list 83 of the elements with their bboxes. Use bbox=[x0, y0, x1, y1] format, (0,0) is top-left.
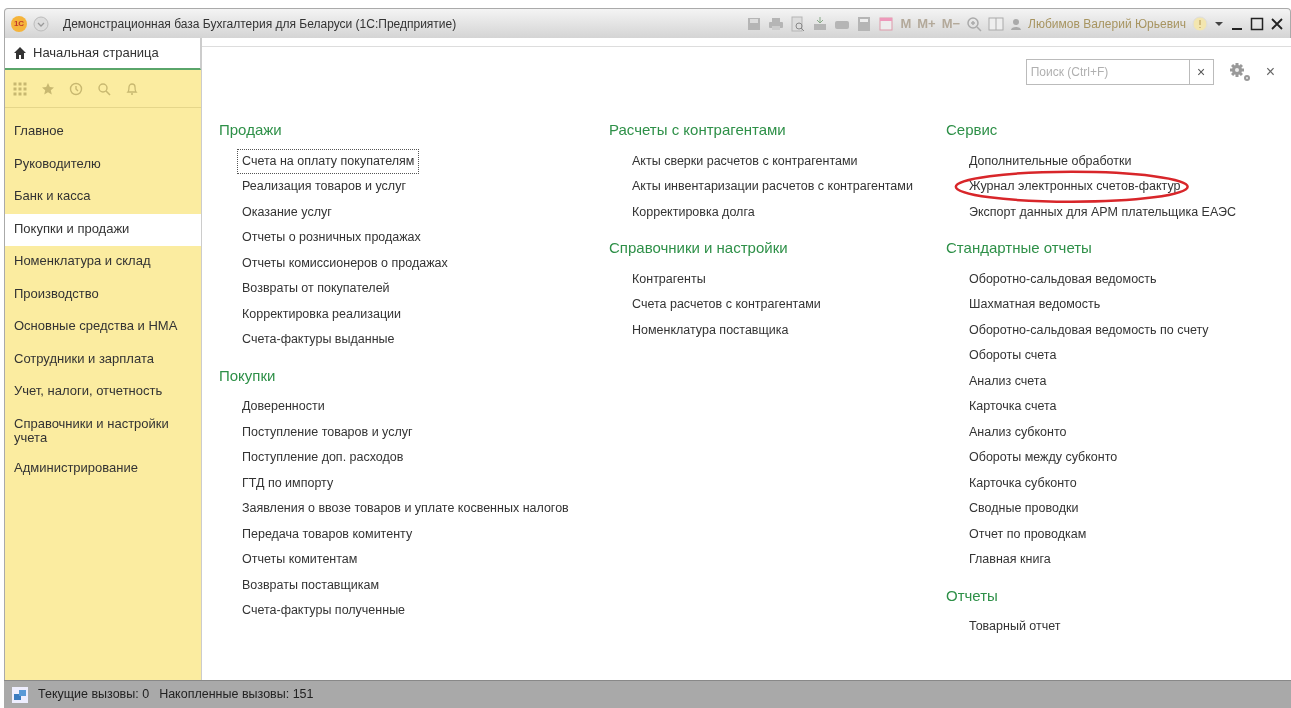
sidebar-item[interactable]: Сотрудники и зарплата bbox=[5, 343, 201, 376]
menu-link[interactable]: Передача товаров комитенту bbox=[237, 521, 418, 547]
close-button[interactable]: × bbox=[1265, 60, 1275, 84]
menu-link[interactable]: Отчеты о розничных продажах bbox=[237, 225, 426, 251]
status-text: Накопленные вызовы: 151 bbox=[159, 686, 314, 704]
menu-link[interactable]: Карточка субконто bbox=[964, 470, 1082, 496]
menu-link[interactable]: Отчет по проводкам bbox=[964, 521, 1092, 547]
menu-link[interactable]: Поступление доп. расходов bbox=[237, 445, 409, 471]
menu-link[interactable]: Возвраты от покупателей bbox=[237, 276, 395, 302]
sidebar-item[interactable]: Производство bbox=[5, 278, 201, 311]
menu-link[interactable]: Поступление товаров и услуг bbox=[237, 419, 418, 445]
menu-link[interactable]: Номенклатура поставщика bbox=[627, 317, 794, 343]
menu-link[interactable]: Оборотно-сальдовая ведомость по счету bbox=[964, 317, 1214, 343]
status-text: Текущие вызовы: 0 bbox=[38, 686, 150, 704]
menu-link[interactable]: Заявления о ввозе товаров и уплате косвенных налогов bbox=[237, 496, 574, 522]
sidebar-item[interactable]: Руководителю bbox=[5, 148, 201, 181]
menu-link[interactable]: Шахматная ведомость bbox=[964, 292, 1106, 318]
menu-link[interactable]: Журнал электронных счетов-фактур bbox=[964, 174, 1186, 200]
menu-link[interactable]: Корректировка долга bbox=[627, 199, 760, 225]
panels-icon[interactable] bbox=[988, 15, 1005, 32]
sidebar-item[interactable]: Номенклатура и склад bbox=[5, 246, 201, 279]
calculator-icon[interactable] bbox=[856, 15, 873, 32]
section-title: Продажи bbox=[219, 120, 283, 140]
section-title: Отчеты bbox=[946, 585, 999, 606]
menu-link[interactable]: Счета-фактуры выданные bbox=[237, 327, 400, 353]
menu-link[interactable]: Счета расчетов с контрагентами bbox=[627, 292, 826, 318]
menu-link[interactable]: Доверенности bbox=[237, 394, 330, 420]
star-icon[interactable] bbox=[41, 81, 55, 96]
search-field[interactable]: Поиск (Ctrl+F) × bbox=[1025, 59, 1214, 85]
history-icon[interactable] bbox=[69, 81, 83, 96]
zoom-in-icon[interactable] bbox=[966, 15, 983, 32]
sidebar-item[interactable]: Главное bbox=[5, 116, 201, 149]
sidebar-item[interactable]: Учет, налоги, отчетность bbox=[5, 376, 201, 409]
menu-link[interactable]: Главная книга bbox=[964, 547, 1056, 573]
bell-icon[interactable] bbox=[125, 81, 139, 96]
menu-link[interactable]: Анализ счета bbox=[964, 368, 1052, 394]
menu-link[interactable]: Товарный отчет bbox=[964, 614, 1066, 640]
print-preview-icon[interactable] bbox=[790, 15, 807, 32]
sidebar-item[interactable]: Основные средства и НМА bbox=[5, 311, 201, 344]
section-title: Стандартные отчеты bbox=[946, 238, 1093, 258]
connections-icon bbox=[12, 686, 28, 703]
menu-link[interactable]: ГТД по импорту bbox=[237, 470, 339, 496]
menu-link[interactable]: Акты инвентаризации расчетов с контрагентами bbox=[627, 174, 918, 200]
section-title: Справочники и настройки bbox=[609, 238, 789, 258]
menu-link[interactable]: Реализация товаров и услуг bbox=[237, 174, 411, 200]
menu-link[interactable]: Сводные проводки bbox=[964, 496, 1084, 522]
section-title: Покупки bbox=[219, 365, 277, 386]
info-icon[interactable] bbox=[1192, 15, 1208, 32]
menu-link[interactable]: Обороты счета bbox=[964, 343, 1062, 369]
sidebar-item[interactable]: Справочники и настройки учета bbox=[5, 408, 201, 454]
apps-grid-icon[interactable] bbox=[13, 81, 27, 96]
calendar-icon[interactable] bbox=[878, 15, 895, 32]
search-icon[interactable] bbox=[97, 81, 111, 96]
menu-link[interactable]: Дополнительные обработки bbox=[964, 148, 1137, 174]
menu-link[interactable]: Отчеты комиссионеров о продажах bbox=[237, 250, 453, 276]
maximize-icon[interactable] bbox=[1250, 16, 1264, 31]
document-arrow-icon[interactable] bbox=[812, 15, 829, 32]
user-icon bbox=[1010, 17, 1023, 30]
menu-link[interactable]: Обороты между субконто bbox=[964, 445, 1123, 471]
menu-link[interactable]: Экспорт данных для АРМ плательщика ЕАЭС bbox=[964, 199, 1241, 225]
menu-link[interactable]: Анализ субконто bbox=[964, 419, 1072, 445]
sidebar-item[interactable]: Покупки и продажи bbox=[5, 213, 201, 246]
menu-link[interactable]: Контрагенты bbox=[627, 266, 711, 292]
menu-link[interactable]: Акты сверки расчетов с контрагентами bbox=[627, 148, 863, 174]
menu-link[interactable]: Корректировка реализации bbox=[237, 301, 407, 327]
menu-link[interactable]: Счета на оплату покупателям bbox=[237, 148, 420, 174]
menu-link[interactable]: Возвраты поставщикам bbox=[237, 572, 385, 598]
save-icon[interactable] bbox=[746, 15, 763, 32]
window-title: Демонстрационная база Бухгалтерия для Беларуси (1С:Предприятие) bbox=[63, 15, 457, 33]
home-tab[interactable]: Начальная страница bbox=[5, 38, 201, 70]
close-icon[interactable] bbox=[1270, 16, 1284, 31]
sidebar-item[interactable]: Банк и касса bbox=[5, 181, 201, 214]
menu-link[interactable]: Счета-фактуры полученные bbox=[237, 598, 411, 624]
menu-link[interactable]: Оборотно-сальдовая ведомость bbox=[964, 266, 1162, 292]
menu-link[interactable]: Оказание услуг bbox=[237, 199, 337, 225]
menu-link[interactable]: Отчеты комитентам bbox=[237, 547, 363, 573]
dropdown-arrow-icon[interactable] bbox=[1214, 19, 1224, 28]
section-title: Сервис bbox=[946, 120, 999, 140]
sidebar-item[interactable]: Администрирование bbox=[5, 453, 201, 486]
section-title: Расчеты с контрагентами bbox=[609, 120, 787, 140]
home-icon bbox=[13, 46, 27, 60]
settings-icon[interactable] bbox=[1227, 61, 1252, 83]
menu-link[interactable]: Карточка счета bbox=[964, 394, 1062, 420]
